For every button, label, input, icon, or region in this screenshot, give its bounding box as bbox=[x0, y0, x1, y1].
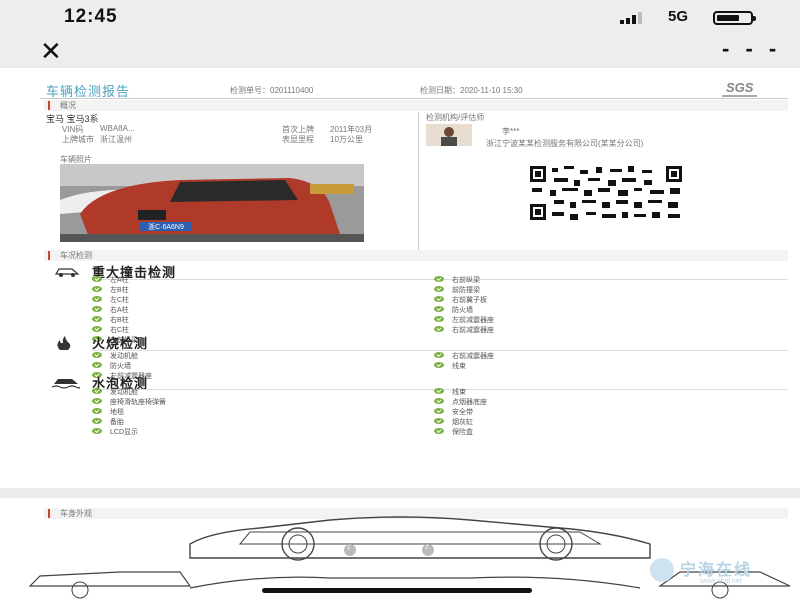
check-item: 左C柱 bbox=[110, 297, 130, 304]
check-item: 左前减震器座 bbox=[452, 317, 494, 324]
report-number: 检测单号：0201110400 bbox=[230, 86, 314, 95]
watermark-url: www.nhol.net bbox=[700, 578, 742, 585]
pass-icon bbox=[434, 296, 444, 302]
nav-bar: ✕ - - - bbox=[0, 34, 800, 66]
pass-icon bbox=[92, 306, 102, 312]
signal-icon bbox=[620, 12, 656, 24]
pass-icon bbox=[92, 316, 102, 322]
check-item: 线束 bbox=[452, 389, 466, 396]
pass-icon bbox=[434, 408, 444, 414]
watermark-icon bbox=[650, 558, 674, 582]
pass-icon bbox=[434, 398, 444, 404]
check-item: 右前翼子板 bbox=[452, 297, 487, 304]
pass-icon bbox=[92, 362, 102, 368]
inspector-org: 浙江宁波某某检测服务有限公司(某某分公司) bbox=[486, 139, 644, 148]
pass-icon bbox=[434, 362, 444, 368]
pass-icon bbox=[92, 276, 102, 282]
results-header: 车况检测 bbox=[44, 250, 788, 261]
inspector-label: 检测机构/评估师 bbox=[426, 113, 485, 122]
check-item: 右前减震器座 bbox=[452, 353, 494, 360]
check-item: 右B柱 bbox=[110, 317, 129, 324]
check-item: 防火墙 bbox=[452, 307, 473, 314]
pass-icon bbox=[434, 316, 444, 322]
car-body-diagram bbox=[28, 516, 791, 599]
qr-code[interactable] bbox=[530, 166, 682, 220]
exterior-page: 车身外观 1 2 宁海在线 www.nhol.net bbox=[0, 498, 800, 600]
pass-icon bbox=[434, 388, 444, 394]
check-item: 点烟器底座 bbox=[452, 399, 487, 406]
pass-icon bbox=[92, 296, 102, 302]
report-date: 检测日期：2020-11-10 15:30 bbox=[420, 86, 523, 95]
damage-marker: 2 bbox=[425, 545, 429, 551]
plate-city-label: 上牌城市 bbox=[62, 135, 94, 144]
check-item: 保险盒 bbox=[452, 429, 473, 436]
check-item: 防火墙 bbox=[110, 363, 131, 370]
check-item: 备胎 bbox=[110, 419, 124, 426]
pass-icon bbox=[92, 326, 102, 332]
watermark-text: 宁海在线 bbox=[680, 562, 753, 579]
mileage-label: 表显里程 bbox=[282, 135, 314, 144]
overview-label: 概况 bbox=[60, 101, 76, 110]
inspector-name: 李*** bbox=[502, 127, 520, 136]
pass-icon bbox=[434, 326, 444, 332]
check-item: 左B柱 bbox=[110, 287, 129, 294]
pass-icon bbox=[92, 388, 102, 394]
check-item: 发动机舱 bbox=[110, 353, 138, 360]
check-item: 右前减震器座 bbox=[452, 327, 494, 334]
vin-value: WBA8A... bbox=[100, 124, 135, 133]
pass-icon bbox=[92, 286, 102, 292]
check-item: 前防撞梁 bbox=[452, 287, 480, 294]
car-icon bbox=[54, 265, 80, 277]
overview-header: 概况 bbox=[44, 100, 788, 111]
pass-icon bbox=[434, 276, 444, 282]
pass-icon bbox=[92, 352, 102, 358]
mileage-value: 10万公里 bbox=[330, 135, 363, 144]
fire-icon bbox=[54, 336, 72, 350]
pass-icon bbox=[92, 408, 102, 414]
battery-icon bbox=[713, 11, 756, 25]
pass-icon bbox=[434, 418, 444, 424]
pass-icon bbox=[434, 306, 444, 312]
check-item: 座椅滑轨座椅弹簧 bbox=[110, 399, 166, 406]
pass-icon bbox=[434, 428, 444, 434]
vehicle-photo: 浙C·6A6N9 bbox=[60, 164, 364, 242]
pass-icon bbox=[92, 398, 102, 404]
report-page: 车辆检测报告 检测单号：0201110400 检测日期：2020-11-10 1… bbox=[0, 68, 800, 488]
pass-icon bbox=[434, 286, 444, 292]
water-car-icon bbox=[51, 376, 81, 389]
damage-marker: 1 bbox=[347, 545, 351, 551]
pass-icon bbox=[92, 418, 102, 424]
status-bar: 12:45 5G bbox=[0, 0, 800, 34]
plate-city-value: 浙江温州 bbox=[100, 135, 132, 144]
check-item: 左A柱 bbox=[110, 277, 129, 284]
pass-icon bbox=[92, 428, 102, 434]
check-item: 发动机舱 bbox=[110, 389, 138, 396]
check-item: 线束 bbox=[452, 363, 466, 370]
check-item: 右前纵梁 bbox=[452, 277, 480, 284]
plate-number: 浙C·6A6N9 bbox=[148, 224, 184, 231]
inspector-avatar bbox=[426, 124, 472, 146]
results-label: 车况检测 bbox=[60, 251, 92, 260]
check-item: 右A柱 bbox=[110, 307, 129, 314]
check-item: LCD显示 bbox=[110, 429, 139, 436]
check-item: 烟灰缸 bbox=[452, 419, 473, 426]
more-button[interactable]: - - - bbox=[722, 36, 781, 62]
home-indicator[interactable] bbox=[262, 588, 532, 593]
check-item: 安全带 bbox=[452, 409, 473, 416]
clock: 12:45 bbox=[64, 6, 118, 27]
check-item: 地毯 bbox=[110, 409, 124, 416]
close-icon[interactable]: ✕ bbox=[40, 36, 62, 67]
sgs-logo: SGS bbox=[722, 80, 758, 97]
pass-icon bbox=[434, 352, 444, 358]
network-type: 5G bbox=[668, 8, 689, 25]
